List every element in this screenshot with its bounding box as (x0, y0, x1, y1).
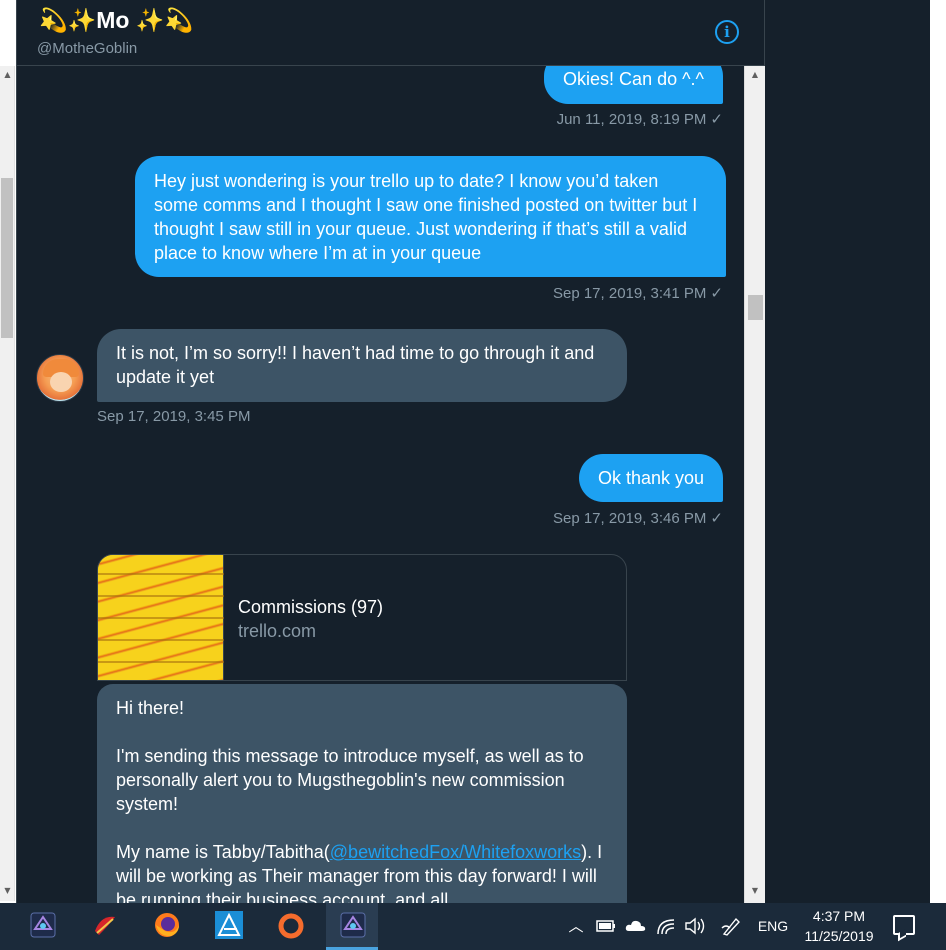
clock-time: 4:37 PM (812, 908, 866, 924)
scroll-up-arrow-icon[interactable]: ▲ (745, 68, 765, 82)
affinity-photo-icon (30, 912, 56, 938)
conversation-scrollbar-thumb[interactable] (748, 295, 763, 320)
conversation-thread[interactable]: Okies! Can do ^.^ Jun 11, 2019, 8:19 PM ✓… (16, 66, 744, 903)
message-bubble-outgoing[interactable]: Okies! Can do ^.^ (544, 66, 723, 104)
contact-name[interactable]: 💫✨Mo ✨💫 (39, 5, 193, 35)
left-scrollbar[interactable]: ▲ ▼ (0, 66, 15, 901)
scroll-down-arrow-icon[interactable]: ▼ (0, 884, 15, 898)
message-bubble-outgoing[interactable]: Hey just wondering is your trello up to … (135, 156, 726, 277)
left-panel-edge: ▲ ▼ (0, 0, 16, 903)
affinity-designer-icon (215, 911, 243, 939)
input-language-indicator[interactable]: ENG (754, 903, 792, 950)
sent-check-icon: ✓ (710, 285, 723, 302)
message-bubble-incoming[interactable]: It is not, I’m so sorry!! I haven’t had … (97, 329, 627, 402)
taskbar-app-affinity-photo[interactable] (16, 903, 68, 950)
link-title: Commissions (97) (238, 597, 384, 617)
sent-check-icon: ✓ (710, 111, 723, 128)
pen-workspace-icon[interactable] (720, 916, 742, 936)
scroll-up-arrow-icon[interactable]: ▲ (0, 68, 15, 82)
battery-icon[interactable] (596, 919, 616, 933)
conversation-header: 💫✨Mo ✨💫 @MotheGoblin i (16, 0, 765, 66)
taskbar-app-affinity-designer[interactable] (202, 903, 254, 950)
app-window: ▲ ▼ 💫✨Mo ✨💫 @MotheGoblin i Okies! Can do… (0, 0, 946, 903)
firefox-icon (155, 913, 179, 937)
message-timestamp: Sep 17, 2019, 3:41 PM ✓ (552, 285, 723, 302)
taskbar-app-affinity-photo-active[interactable] (326, 903, 378, 950)
info-icon[interactable]: i (715, 20, 739, 44)
rubber-duck-thumbnail (98, 555, 224, 680)
windows-taskbar: ︿ ENG 4:37 PM 11/25/2019 (0, 903, 946, 950)
message-text: It is not, I’m so sorry!! I haven’t had … (116, 343, 595, 387)
clock-date: 11/25/2019 (804, 928, 874, 944)
volume-icon[interactable] (684, 916, 708, 936)
right-panel (765, 0, 946, 903)
message-paragraph: My name is Tabby/Tabitha(@bewitchedFox/W… (116, 842, 603, 903)
taskbar-app-krita[interactable] (78, 903, 130, 950)
conversation-scrollbar[interactable]: ▲ ▼ (744, 66, 765, 903)
contact-handle[interactable]: @MotheGoblin (37, 40, 137, 57)
message-paragraph: I'm sending this message to introduce my… (116, 746, 584, 814)
wifi-icon[interactable] (656, 916, 676, 936)
message-bubble-outgoing[interactable]: Ok thank you (578, 454, 723, 502)
left-scrollbar-thumb[interactable] (1, 178, 13, 338)
message-timestamp: Sep 17, 2019, 3:45 PM (97, 408, 251, 425)
message-bubble-incoming-long[interactable]: Hi there! I'm sending this message to in… (97, 684, 627, 903)
sent-check-icon: ✓ (710, 510, 723, 527)
show-hidden-icons-chevron-icon[interactable]: ︿ (566, 903, 586, 950)
taskbar-app-firefox[interactable] (140, 903, 192, 950)
message-timestamp: Sep 17, 2019, 3:46 PM ✓ (552, 510, 723, 527)
affinity-photo-icon (340, 912, 366, 938)
link-preview-card[interactable]: Commissions (97) trello.com (97, 554, 627, 681)
message-text: Hey just wondering is your trello up to … (154, 171, 698, 263)
message-text: Ok thank you (597, 468, 704, 488)
onedrive-cloud-icon[interactable] (624, 917, 648, 933)
system-clock[interactable]: 4:37 PM 11/25/2019 (796, 906, 882, 946)
scroll-down-arrow-icon[interactable]: ▼ (745, 884, 765, 898)
message-timestamp: Jun 11, 2019, 8:19 PM ✓ (556, 111, 723, 128)
mention-link[interactable]: @bewitchedFox/Whitefoxworks (330, 842, 581, 862)
krita-icon (95, 916, 115, 935)
origin-icon (278, 913, 304, 939)
action-center-icon[interactable] (893, 915, 915, 935)
message-paragraph: Hi there! (116, 698, 185, 718)
link-domain: trello.com (238, 621, 317, 641)
taskbar-app-origin[interactable] (264, 903, 316, 950)
contact-avatar[interactable] (36, 354, 84, 402)
right-panel-edge (930, 0, 946, 903)
message-text: Okies! Can do ^.^ (563, 69, 704, 89)
